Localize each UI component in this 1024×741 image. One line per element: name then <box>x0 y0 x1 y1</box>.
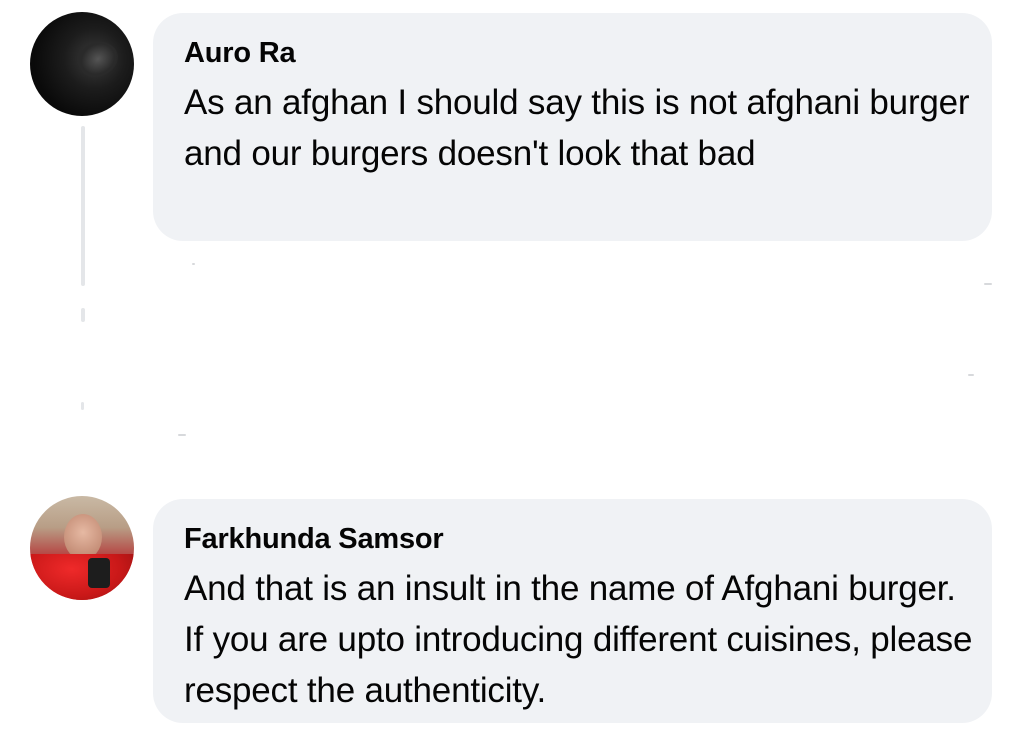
comment-text: As an afghan I should say this is not af… <box>184 83 970 173</box>
thread-line-segment <box>81 402 84 410</box>
thread-line <box>81 126 85 286</box>
comment-author[interactable]: Auro Ra <box>184 33 960 73</box>
avatar-clothing <box>30 554 134 600</box>
avatar-auro-ra[interactable] <box>30 12 134 116</box>
avatar-farkhunda-samsor[interactable] <box>30 496 134 600</box>
speck <box>968 374 974 376</box>
comment-author[interactable]: Farkhunda Samsor <box>184 519 960 559</box>
avatar-image <box>72 34 124 84</box>
speck <box>984 283 992 285</box>
speck <box>192 263 195 265</box>
comment-bubble: Farkhunda Samsor And that is an insult i… <box>153 499 992 723</box>
comment-bubble: Auro Ra As an afghan I should say this i… <box>153 13 992 241</box>
thread-line-segment <box>81 308 85 322</box>
speck <box>178 434 186 436</box>
avatar-phone <box>88 558 110 588</box>
comment-text: And that is an insult in the name of Afg… <box>184 569 973 710</box>
